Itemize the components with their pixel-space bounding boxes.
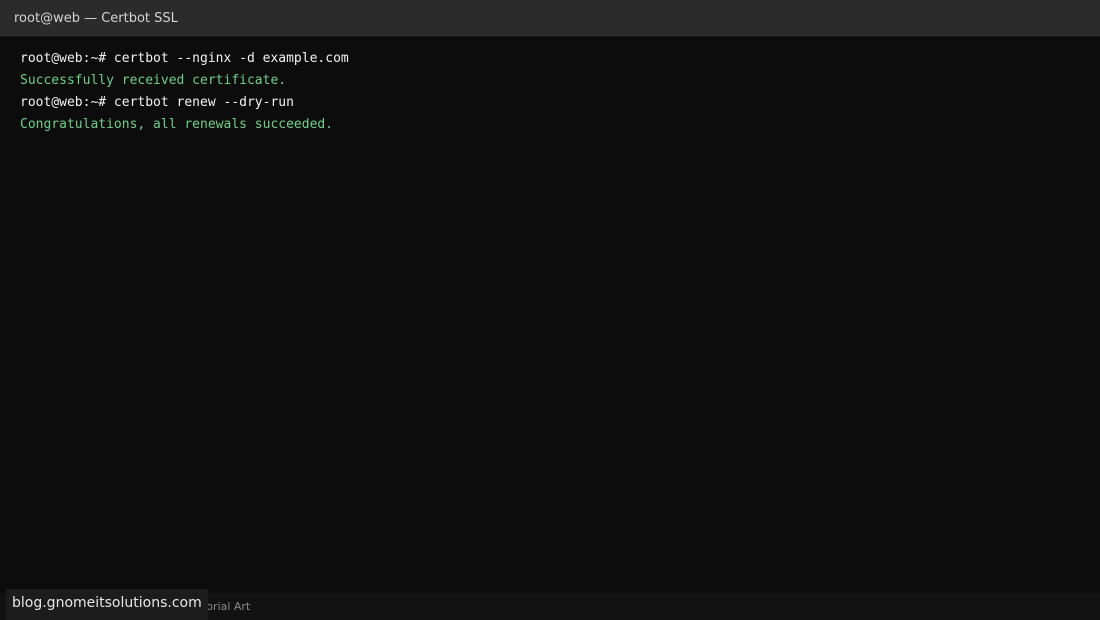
terminal-line-command: root@web:~# certbot --nginx -d example.c… — [20, 51, 349, 66]
terminal-line-command: root@web:~# certbot renew --dry-run — [20, 95, 294, 110]
title-bar[interactable]: root@web — Certbot SSL — [0, 0, 1100, 37]
watermark-text: blog.gnomeitsolutions.com — [12, 595, 202, 611]
terminal-line-success: Congratulations, all renewals succeeded. — [20, 117, 334, 132]
terminal-line-success: Successfully received certificate. — [20, 73, 287, 88]
window-title: root@web — Certbot SSL — [14, 11, 178, 26]
watermark: blog.gnomeitsolutions.com — [6, 589, 208, 620]
terminal-window: root@web — Certbot SSL root@web:~# certb… — [0, 0, 1100, 620]
terminal-output[interactable]: root@web:~# certbot --nginx -d example.c… — [20, 48, 1080, 136]
